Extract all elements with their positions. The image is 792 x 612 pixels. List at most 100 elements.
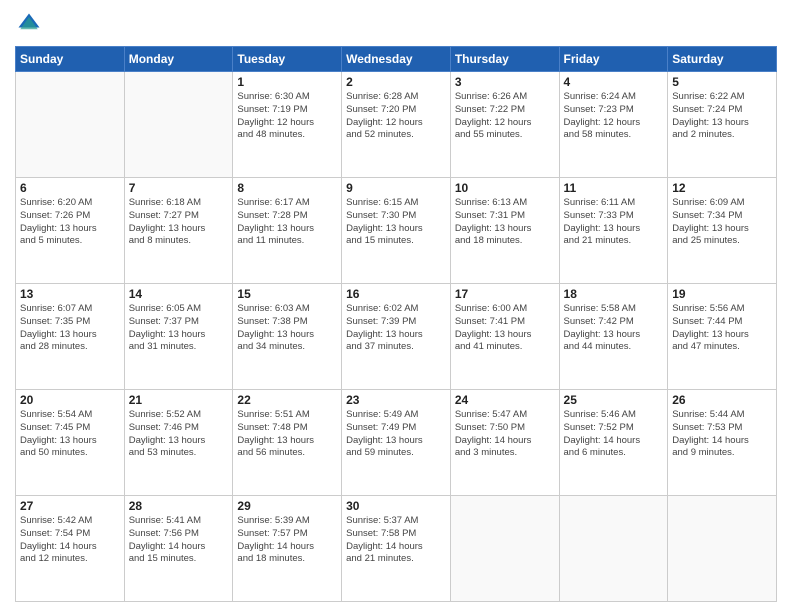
- calendar-cell: 17Sunrise: 6:00 AM Sunset: 7:41 PM Dayli…: [450, 284, 559, 390]
- calendar-cell: 9Sunrise: 6:15 AM Sunset: 7:30 PM Daylig…: [342, 178, 451, 284]
- day-number: 16: [346, 287, 446, 301]
- weekday-header-monday: Monday: [124, 47, 233, 72]
- day-info: Sunrise: 6:05 AM Sunset: 7:37 PM Dayligh…: [129, 303, 229, 354]
- calendar-cell: 5Sunrise: 6:22 AM Sunset: 7:24 PM Daylig…: [668, 72, 777, 178]
- day-number: 8: [237, 181, 337, 195]
- day-info: Sunrise: 6:17 AM Sunset: 7:28 PM Dayligh…: [237, 197, 337, 248]
- day-info: Sunrise: 6:30 AM Sunset: 7:19 PM Dayligh…: [237, 91, 337, 142]
- calendar-cell: 29Sunrise: 5:39 AM Sunset: 7:57 PM Dayli…: [233, 496, 342, 602]
- calendar-cell: 25 Sunrise: 5:46 AM Sunset: 7:52 PM Dayli…: [559, 390, 668, 496]
- calendar-cell: 10 Sunrise: 6:13 AM Sunset: 7:31 PM Dayli…: [450, 178, 559, 284]
- calendar-cell: 12 Sunrise: 6:09 AM Sunset: 7:34 PM Dayli…: [668, 178, 777, 284]
- weekday-header-thursday: Thursday: [450, 47, 559, 72]
- calendar-cell: 7Sunrise: 6:18 AM Sunset: 7:27 PM Daylig…: [124, 178, 233, 284]
- day-number: 25: [564, 393, 664, 407]
- day-info: Sunrise: 5:58 AM Sunset: 7:42 PM Dayligh…: [564, 303, 664, 354]
- calendar-cell: 3 Sunrise: 6:26 AM Sunset: 7:22 PM Daylig…: [450, 72, 559, 178]
- calendar-cell: [559, 496, 668, 602]
- day-info: Sunrise: 6:26 AM Sunset: 7:22 PM Dayligh…: [455, 91, 555, 142]
- day-info: Sunrise: 5:46 AM Sunset: 7:52 PM Dayligh…: [564, 409, 664, 460]
- day-info: Sunrise: 5:42 AM Sunset: 7:54 PM Dayligh…: [20, 515, 120, 566]
- calendar-week-row-2: 6Sunrise: 6:20 AM Sunset: 7:26 PM Daylig…: [16, 178, 777, 284]
- day-info: Sunrise: 5:39 AM Sunset: 7:57 PM Dayligh…: [237, 515, 337, 566]
- day-number: 3: [455, 75, 555, 89]
- day-info: Sunrise: 6:03 AM Sunset: 7:38 PM Dayligh…: [237, 303, 337, 354]
- day-info: Sunrise: 5:41 AM Sunset: 7:56 PM Dayligh…: [129, 515, 229, 566]
- calendar-cell: 2 Sunrise: 6:28 AM Sunset: 7:20 PM Daylig…: [342, 72, 451, 178]
- day-number: 26: [672, 393, 772, 407]
- calendar-cell: 30 Sunrise: 5:37 AM Sunset: 7:58 PM Dayli…: [342, 496, 451, 602]
- calendar-week-row-5: 27 Sunrise: 5:42 AM Sunset: 7:54 PM Dayli…: [16, 496, 777, 602]
- day-number: 22: [237, 393, 337, 407]
- calendar-cell: 8 Sunrise: 6:17 AM Sunset: 7:28 PM Daylig…: [233, 178, 342, 284]
- calendar-table: SundayMondayTuesdayWednesdayThursdayFrid…: [15, 46, 777, 602]
- day-info: Sunrise: 5:37 AM Sunset: 7:58 PM Dayligh…: [346, 515, 446, 566]
- weekday-header-friday: Friday: [559, 47, 668, 72]
- day-number: 15: [237, 287, 337, 301]
- day-info: Sunrise: 5:51 AM Sunset: 7:48 PM Dayligh…: [237, 409, 337, 460]
- weekday-header-row: SundayMondayTuesdayWednesdayThursdayFrid…: [16, 47, 777, 72]
- calendar-cell: 19 Sunrise: 5:56 AM Sunset: 7:44 PM Dayli…: [668, 284, 777, 390]
- calendar-cell: 14 Sunrise: 6:05 AM Sunset: 7:37 PM Dayli…: [124, 284, 233, 390]
- day-number: 9: [346, 181, 446, 195]
- day-number: 30: [346, 499, 446, 513]
- calendar-cell: 6Sunrise: 6:20 AM Sunset: 7:26 PM Daylig…: [16, 178, 125, 284]
- day-info: Sunrise: 6:00 AM Sunset: 7:41 PM Dayligh…: [455, 303, 555, 354]
- calendar-week-row-1: 1 Sunrise: 6:30 AM Sunset: 7:19 PM Daylig…: [16, 72, 777, 178]
- header: [15, 10, 777, 38]
- calendar-cell: [16, 72, 125, 178]
- calendar-cell: 15 Sunrise: 6:03 AM Sunset: 7:38 PM Dayli…: [233, 284, 342, 390]
- calendar-cell: 27 Sunrise: 5:42 AM Sunset: 7:54 PM Dayli…: [16, 496, 125, 602]
- page: SundayMondayTuesdayWednesdayThursdayFrid…: [0, 0, 792, 612]
- day-number: 1: [237, 75, 337, 89]
- calendar-cell: 23 Sunrise: 5:49 AM Sunset: 7:49 PM Dayli…: [342, 390, 451, 496]
- calendar-cell: [124, 72, 233, 178]
- day-info: Sunrise: 5:52 AM Sunset: 7:46 PM Dayligh…: [129, 409, 229, 460]
- calendar-cell: 13 Sunrise: 6:07 AM Sunset: 7:35 PM Dayli…: [16, 284, 125, 390]
- calendar-cell: 24 Sunrise: 5:47 AM Sunset: 7:50 PM Dayli…: [450, 390, 559, 496]
- weekday-header-saturday: Saturday: [668, 47, 777, 72]
- weekday-header-wednesday: Wednesday: [342, 47, 451, 72]
- calendar-week-row-3: 13 Sunrise: 6:07 AM Sunset: 7:35 PM Dayli…: [16, 284, 777, 390]
- day-info: Sunrise: 5:44 AM Sunset: 7:53 PM Dayligh…: [672, 409, 772, 460]
- day-number: 2: [346, 75, 446, 89]
- day-number: 14: [129, 287, 229, 301]
- day-number: 28: [129, 499, 229, 513]
- logo-icon: [15, 10, 43, 38]
- day-number: 18: [564, 287, 664, 301]
- day-info: Sunrise: 6:02 AM Sunset: 7:39 PM Dayligh…: [346, 303, 446, 354]
- day-info: Sunrise: 5:49 AM Sunset: 7:49 PM Dayligh…: [346, 409, 446, 460]
- day-info: Sunrise: 6:13 AM Sunset: 7:31 PM Dayligh…: [455, 197, 555, 248]
- day-info: Sunrise: 5:47 AM Sunset: 7:50 PM Dayligh…: [455, 409, 555, 460]
- day-info: Sunrise: 6:18 AM Sunset: 7:27 PM Dayligh…: [129, 197, 229, 248]
- weekday-header-sunday: Sunday: [16, 47, 125, 72]
- calendar-cell: [668, 496, 777, 602]
- day-info: Sunrise: 6:20 AM Sunset: 7:26 PM Dayligh…: [20, 197, 120, 248]
- day-number: 13: [20, 287, 120, 301]
- calendar-cell: 28 Sunrise: 5:41 AM Sunset: 7:56 PM Dayli…: [124, 496, 233, 602]
- day-number: 23: [346, 393, 446, 407]
- day-info: Sunrise: 5:56 AM Sunset: 7:44 PM Dayligh…: [672, 303, 772, 354]
- calendar-cell: 16 Sunrise: 6:02 AM Sunset: 7:39 PM Dayli…: [342, 284, 451, 390]
- day-info: Sunrise: 6:28 AM Sunset: 7:20 PM Dayligh…: [346, 91, 446, 142]
- calendar-cell: [450, 496, 559, 602]
- day-info: Sunrise: 6:09 AM Sunset: 7:34 PM Dayligh…: [672, 197, 772, 248]
- weekday-header-tuesday: Tuesday: [233, 47, 342, 72]
- day-number: 19: [672, 287, 772, 301]
- day-number: 12: [672, 181, 772, 195]
- day-info: Sunrise: 6:24 AM Sunset: 7:23 PM Dayligh…: [564, 91, 664, 142]
- day-number: 27: [20, 499, 120, 513]
- day-number: 4: [564, 75, 664, 89]
- calendar-cell: 20 Sunrise: 5:54 AM Sunset: 7:45 PM Dayli…: [16, 390, 125, 496]
- calendar-cell: 22 Sunrise: 5:51 AM Sunset: 7:48 PM Dayli…: [233, 390, 342, 496]
- day-info: Sunrise: 6:22 AM Sunset: 7:24 PM Dayligh…: [672, 91, 772, 142]
- day-number: 10: [455, 181, 555, 195]
- day-info: Sunrise: 6:07 AM Sunset: 7:35 PM Dayligh…: [20, 303, 120, 354]
- calendar-cell: 1 Sunrise: 6:30 AM Sunset: 7:19 PM Daylig…: [233, 72, 342, 178]
- logo: [15, 10, 47, 38]
- calendar-cell: 11Sunrise: 6:11 AM Sunset: 7:33 PM Dayli…: [559, 178, 668, 284]
- day-number: 24: [455, 393, 555, 407]
- day-info: Sunrise: 5:54 AM Sunset: 7:45 PM Dayligh…: [20, 409, 120, 460]
- day-number: 21: [129, 393, 229, 407]
- day-number: 20: [20, 393, 120, 407]
